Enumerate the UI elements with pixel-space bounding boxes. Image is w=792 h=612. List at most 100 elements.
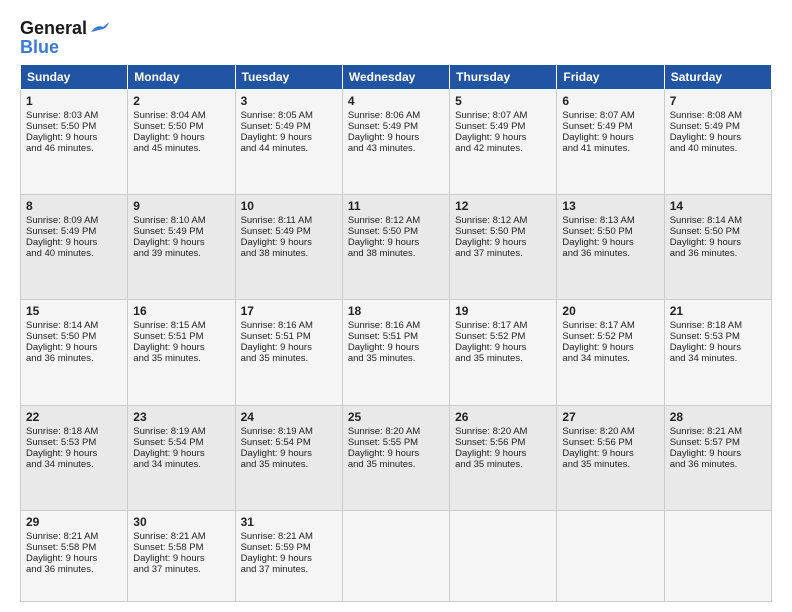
cell-line: Sunset: 5:50 PM	[133, 121, 229, 132]
cell-line: and 36 minutes.	[670, 248, 766, 259]
weekday-header-tuesday: Tuesday	[235, 64, 342, 89]
cell-line: and 38 minutes.	[241, 248, 337, 259]
calendar-cell: 20Sunrise: 8:17 AMSunset: 5:52 PMDayligh…	[557, 300, 664, 405]
cell-line: Sunrise: 8:07 AM	[455, 110, 551, 121]
day-number: 19	[455, 304, 551, 318]
cell-line: and 39 minutes.	[133, 248, 229, 259]
cell-line: Sunrise: 8:17 AM	[562, 320, 658, 331]
cell-line: Daylight: 9 hours	[133, 553, 229, 564]
day-number: 14	[670, 199, 766, 213]
calendar-cell: 24Sunrise: 8:19 AMSunset: 5:54 PMDayligh…	[235, 405, 342, 510]
cell-line: Daylight: 9 hours	[26, 448, 122, 459]
cell-line: Sunrise: 8:03 AM	[26, 110, 122, 121]
calendar-cell: 3Sunrise: 8:05 AMSunset: 5:49 PMDaylight…	[235, 89, 342, 194]
calendar-cell: 2Sunrise: 8:04 AMSunset: 5:50 PMDaylight…	[128, 89, 235, 194]
cell-line: Sunrise: 8:06 AM	[348, 110, 444, 121]
cell-line: Sunset: 5:51 PM	[348, 331, 444, 342]
cell-line: Daylight: 9 hours	[670, 237, 766, 248]
day-number: 9	[133, 199, 229, 213]
cell-line: Sunrise: 8:14 AM	[26, 320, 122, 331]
logo-blue-text: Blue	[20, 37, 59, 58]
cell-line: Sunrise: 8:13 AM	[562, 215, 658, 226]
cell-line: Daylight: 9 hours	[241, 553, 337, 564]
day-number: 12	[455, 199, 551, 213]
cell-line: Sunset: 5:49 PM	[26, 226, 122, 237]
calendar-cell: 11Sunrise: 8:12 AMSunset: 5:50 PMDayligh…	[342, 195, 449, 300]
cell-line: and 34 minutes.	[26, 459, 122, 470]
cell-line: Daylight: 9 hours	[455, 342, 551, 353]
calendar-cell: 27Sunrise: 8:20 AMSunset: 5:56 PMDayligh…	[557, 405, 664, 510]
cell-line: Sunrise: 8:15 AM	[133, 320, 229, 331]
cell-line: Sunrise: 8:11 AM	[241, 215, 337, 226]
cell-line: and 37 minutes.	[455, 248, 551, 259]
cell-line: Sunset: 5:50 PM	[562, 226, 658, 237]
day-number: 29	[26, 515, 122, 529]
calendar-cell: 31Sunrise: 8:21 AMSunset: 5:59 PMDayligh…	[235, 511, 342, 602]
weekday-header-row: SundayMondayTuesdayWednesdayThursdayFrid…	[21, 64, 772, 89]
cell-line: Sunrise: 8:18 AM	[670, 320, 766, 331]
weekday-header-wednesday: Wednesday	[342, 64, 449, 89]
cell-line: Sunset: 5:54 PM	[133, 437, 229, 448]
cell-line: and 34 minutes.	[562, 353, 658, 364]
cell-line: Sunrise: 8:19 AM	[133, 426, 229, 437]
cell-line: Sunset: 5:49 PM	[348, 121, 444, 132]
cell-line: Sunrise: 8:21 AM	[670, 426, 766, 437]
day-number: 20	[562, 304, 658, 318]
cell-line: and 42 minutes.	[455, 143, 551, 154]
calendar-cell	[664, 511, 771, 602]
day-number: 10	[241, 199, 337, 213]
calendar-cell: 4 Sunrise: 8:06 AMSunset: 5:49 PMDaylight…	[342, 89, 449, 194]
cell-line: and 37 minutes.	[133, 564, 229, 575]
day-number: 3	[241, 94, 337, 108]
cell-line: and 36 minutes.	[26, 353, 122, 364]
calendar-cell: 12Sunrise: 8:12 AMSunset: 5:50 PMDayligh…	[450, 195, 557, 300]
cell-line: Daylight: 9 hours	[455, 237, 551, 248]
cell-line: and 37 minutes.	[241, 564, 337, 575]
cell-line: and 35 minutes.	[348, 353, 444, 364]
cell-line: Sunset: 5:49 PM	[562, 121, 658, 132]
cell-line: and 35 minutes.	[133, 353, 229, 364]
cell-line: Sunrise: 8:16 AM	[348, 320, 444, 331]
day-number: 31	[241, 515, 337, 529]
day-number: 18	[348, 304, 444, 318]
cell-line: and 45 minutes.	[133, 143, 229, 154]
cell-line: Sunset: 5:49 PM	[133, 226, 229, 237]
calendar-cell: 5Sunrise: 8:07 AMSunset: 5:49 PMDaylight…	[450, 89, 557, 194]
calendar-cell: 21Sunrise: 8:18 AMSunset: 5:53 PMDayligh…	[664, 300, 771, 405]
cell-line: Sunrise: 8:14 AM	[670, 215, 766, 226]
cell-line: Daylight: 9 hours	[455, 448, 551, 459]
day-number: 24	[241, 410, 337, 424]
cell-line: and 43 minutes.	[348, 143, 444, 154]
calendar-cell: 16Sunrise: 8:15 AMSunset: 5:51 PMDayligh…	[128, 300, 235, 405]
cell-line: Sunset: 5:52 PM	[455, 331, 551, 342]
day-number: 8	[26, 199, 122, 213]
header: General Blue	[20, 18, 772, 58]
calendar-cell: 1Sunrise: 8:03 AMSunset: 5:50 PMDaylight…	[21, 89, 128, 194]
day-number: 4	[348, 94, 444, 108]
cell-line: Sunrise: 8:10 AM	[133, 215, 229, 226]
cell-line: Daylight: 9 hours	[133, 342, 229, 353]
calendar-cell: 7Sunrise: 8:08 AMSunset: 5:49 PMDaylight…	[664, 89, 771, 194]
cell-line: Daylight: 9 hours	[348, 132, 444, 143]
cell-line: Sunrise: 8:18 AM	[26, 426, 122, 437]
calendar-cell	[557, 511, 664, 602]
cell-line: Sunrise: 8:17 AM	[455, 320, 551, 331]
cell-line: and 46 minutes.	[26, 143, 122, 154]
cell-line: Sunset: 5:53 PM	[670, 331, 766, 342]
week-row-3: 15Sunrise: 8:14 AMSunset: 5:50 PMDayligh…	[21, 300, 772, 405]
cell-line: Sunrise: 8:07 AM	[562, 110, 658, 121]
cell-line: Sunset: 5:49 PM	[241, 226, 337, 237]
cell-line: Sunrise: 8:16 AM	[241, 320, 337, 331]
logo-bird-icon	[89, 22, 111, 36]
cell-line: and 34 minutes.	[670, 353, 766, 364]
cell-line: Sunset: 5:56 PM	[562, 437, 658, 448]
calendar-cell: 26Sunrise: 8:20 AMSunset: 5:56 PMDayligh…	[450, 405, 557, 510]
day-number: 15	[26, 304, 122, 318]
cell-line: and 35 minutes.	[455, 353, 551, 364]
cell-line: Sunset: 5:57 PM	[670, 437, 766, 448]
calendar-cell: 15Sunrise: 8:14 AMSunset: 5:50 PMDayligh…	[21, 300, 128, 405]
cell-line: Sunset: 5:49 PM	[455, 121, 551, 132]
cell-line: Daylight: 9 hours	[348, 237, 444, 248]
cell-line: Sunset: 5:50 PM	[455, 226, 551, 237]
day-number: 30	[133, 515, 229, 529]
